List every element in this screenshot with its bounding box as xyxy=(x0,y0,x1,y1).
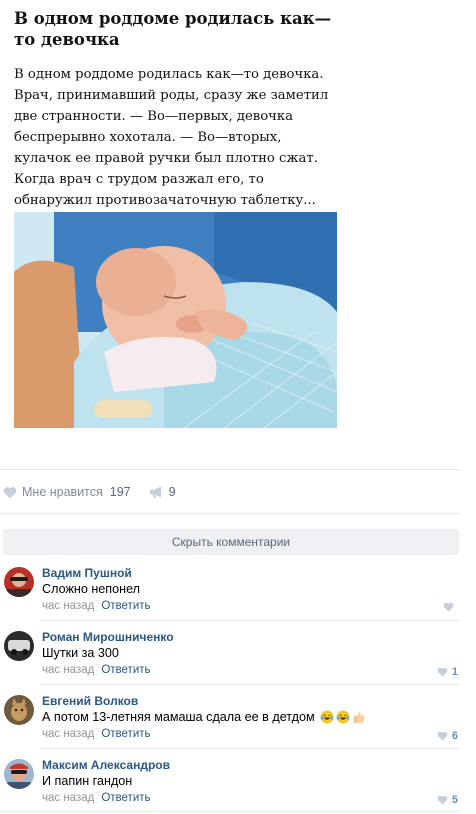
avatar[interactable] xyxy=(4,695,34,725)
comment-meta: час назад Ответить xyxy=(42,600,151,612)
reply-link[interactable]: Ответить xyxy=(101,792,150,804)
hide-comments-button[interactable]: Скрыть комментарии xyxy=(3,529,459,555)
comment-separator xyxy=(42,684,460,685)
comment-author[interactable]: Максим Александров xyxy=(42,758,170,772)
comment-like-button[interactable]: 1 xyxy=(437,666,458,678)
post-photo[interactable] xyxy=(14,212,337,428)
comment-like-button[interactable]: 6 xyxy=(437,730,458,742)
avatar[interactable] xyxy=(4,567,34,597)
share-megaphone-icon xyxy=(149,486,161,498)
avatar[interactable] xyxy=(4,631,34,661)
comment-author[interactable]: Роман Мирошниченко xyxy=(42,630,174,644)
heart-icon xyxy=(437,667,448,677)
heart-icon xyxy=(3,486,17,498)
comment-item: Роман Мирошниченко Шутки за 300 час наза… xyxy=(0,630,460,694)
divider xyxy=(0,811,460,812)
comment-meta: час назад Ответить xyxy=(42,664,151,676)
share-count: 9 xyxy=(168,485,176,499)
heart-icon xyxy=(437,795,448,805)
heart-icon xyxy=(443,602,454,612)
like-button[interactable]: Мне нравится 197 xyxy=(3,485,131,499)
comment-like-count: 5 xyxy=(451,794,458,806)
reply-link[interactable]: Ответить xyxy=(101,600,150,612)
thumbs-up-emoji xyxy=(353,711,365,723)
laughing-tears-emoji xyxy=(320,710,334,724)
divider xyxy=(0,469,460,470)
post-title: В одном роддоме родилась как—то девочка xyxy=(14,9,332,49)
comment-text: Шутки за 300 xyxy=(42,646,119,660)
comment-like-button[interactable] xyxy=(443,602,458,612)
post-actions: Мне нравится 197 9 xyxy=(3,482,176,502)
laughing-tears-emoji xyxy=(336,710,350,724)
comment-item: Евгений Волков А потом 13-летняя мамаша … xyxy=(0,694,460,758)
comment-separator xyxy=(42,748,460,749)
comment-time: час назад xyxy=(42,728,95,740)
divider xyxy=(0,513,460,514)
comment-separator xyxy=(42,620,460,621)
comment-text: А потом 13-летняя мамаша сдала ее в детд… xyxy=(42,710,366,724)
comment-meta: час назад Ответить xyxy=(42,792,151,804)
avatar[interactable] xyxy=(4,759,34,789)
like-count: 197 xyxy=(109,485,131,499)
reply-link[interactable]: Ответить xyxy=(101,664,150,676)
comment-text: Сложно непонел xyxy=(42,582,141,596)
post-text: В одном роддоме родилась как—то девочка.… xyxy=(14,67,329,208)
comment-like-button[interactable]: 5 xyxy=(437,794,458,806)
comment-author[interactable]: Евгений Волков xyxy=(42,694,138,708)
comment-time: час назад xyxy=(42,600,95,612)
comment-time: час назад xyxy=(42,664,95,676)
comment-item: Вадим Пушной Сложно непонел час назад От… xyxy=(0,566,460,630)
heart-icon xyxy=(437,731,448,741)
comment-time: час назад xyxy=(42,792,95,804)
baby-photo-image xyxy=(14,212,337,428)
comment-meta: час назад Ответить xyxy=(42,728,151,740)
like-label: Мне нравится xyxy=(22,485,103,499)
comment-like-count: 6 xyxy=(451,730,458,742)
comment-item: Максим Александров И папин гандон час на… xyxy=(0,758,460,814)
post-card: В одном роддоме родилась как—то девочка … xyxy=(0,0,346,440)
comment-like-count: 1 xyxy=(451,666,458,678)
share-button[interactable]: 9 xyxy=(149,485,176,499)
reply-link[interactable]: Ответить xyxy=(101,728,150,740)
comment-text: И папин гандон xyxy=(42,774,133,788)
comment-author[interactable]: Вадим Пушной xyxy=(42,566,132,580)
